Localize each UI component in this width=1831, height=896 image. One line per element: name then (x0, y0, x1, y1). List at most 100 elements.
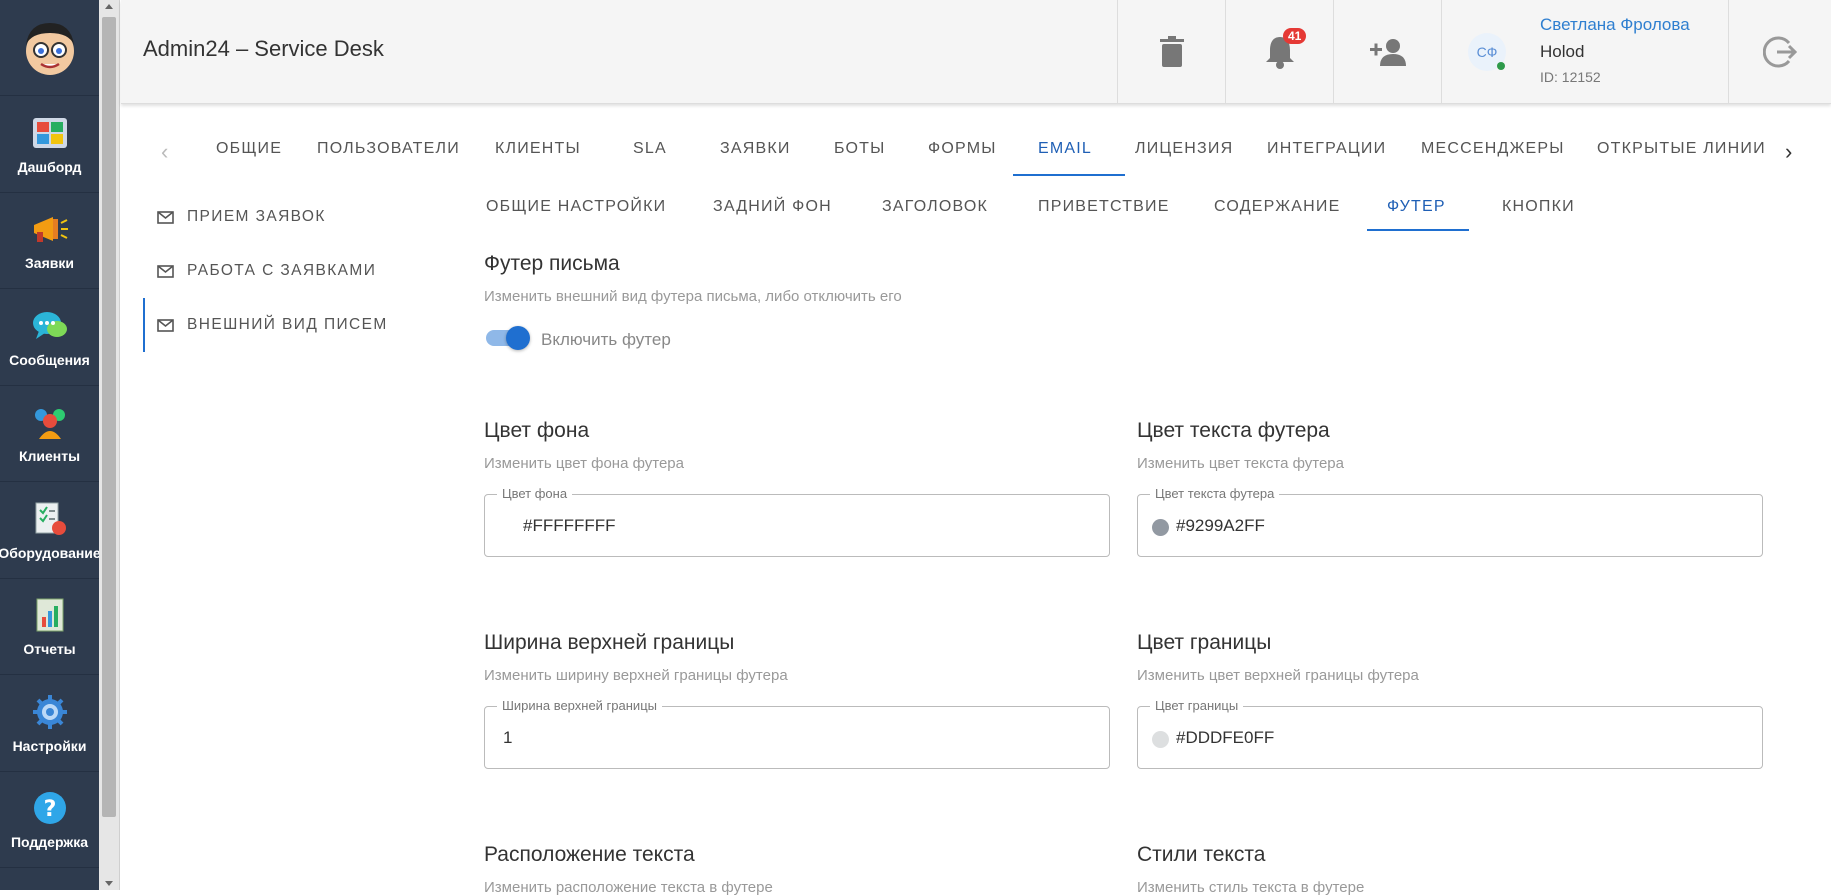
text-styles-subtitle: Изменить стиль текста в футере (1137, 879, 1365, 896)
nav-item-label: Клиенты (18, 448, 81, 465)
text-color-subtitle: Изменить цвет текста футера (1137, 455, 1344, 472)
tab-messengers[interactable]: Мессенджеры (1421, 140, 1565, 158)
nav-item-messages[interactable]: Сообщения (0, 289, 99, 386)
tab-greeting[interactable]: Приветствие (1038, 198, 1170, 216)
tab-footer[interactable]: Футер (1387, 198, 1446, 216)
svg-text:?: ? (43, 797, 56, 822)
footer-enable-toggle[interactable] (486, 326, 530, 350)
user-name[interactable]: Светлана Фролова (1540, 15, 1690, 35)
gear-icon (30, 692, 70, 732)
submenu-item-appearance[interactable]: Внешний вид писем (143, 298, 443, 352)
nav-item-settings[interactable]: Настройки (0, 675, 99, 772)
submenu-item-work[interactable]: Работа с заявками (143, 244, 443, 298)
footer-enable-label: Включить футер (541, 330, 671, 349)
field-value: #FFFFFFFF (523, 516, 616, 535)
scroll-thumb[interactable] (102, 17, 116, 817)
tab-users[interactable]: Пользователи (317, 140, 460, 158)
nav-item-label: Отчеты (23, 641, 76, 658)
logout-icon (1763, 36, 1797, 68)
text-color-field[interactable]: Цвет текста футера #9299A2FF (1137, 486, 1763, 557)
tab-background[interactable]: Задний фон (713, 198, 832, 216)
tab-open-lines[interactable]: Открытые линии (1597, 140, 1831, 158)
clients-icon (30, 402, 70, 442)
tab-forms[interactable]: Формы (928, 140, 997, 158)
top-header: Admin24 – Service Desk 41 СФ Светлана Фр… (121, 0, 1831, 104)
tab-email-underline (1013, 174, 1125, 176)
submenu-item-label: Работа с заявками (187, 262, 377, 279)
tab-general-settings[interactable]: Общие настройки (486, 198, 666, 216)
tab-integrations[interactable]: Интеграции (1267, 140, 1386, 158)
tab-general[interactable]: Общие (216, 140, 282, 158)
reports-icon (30, 595, 70, 635)
border-color-field[interactable]: Цвет границы #DDDFE0FF (1137, 698, 1763, 769)
tab-bots[interactable]: Боты (834, 140, 886, 158)
tab-license[interactable]: Лицензия (1135, 140, 1233, 158)
appearance-tabs: Общие настройки Задний фон Заголовок При… (465, 184, 1825, 234)
tabs-scroll-right-icon[interactable]: › (1785, 139, 1792, 165)
field-label: Ширина верхней границы (497, 698, 662, 713)
footer-subtitle: Изменить внешний вид футера письма, либо… (484, 288, 902, 305)
tab-buttons[interactable]: Кнопки (1502, 198, 1575, 216)
color-swatch[interactable] (1152, 731, 1169, 748)
toggle-knob (506, 326, 530, 350)
color-swatch[interactable] (499, 519, 516, 536)
avatar-logo-icon (25, 22, 74, 75)
megaphone-icon (30, 209, 70, 249)
color-swatch[interactable] (1152, 519, 1169, 536)
user-profile[interactable]: СФ Светлана Фролова Holod ID: 12152 (1441, 0, 1728, 104)
text-position-subtitle: Изменить расположение текста в футере (484, 879, 773, 896)
tab-heading[interactable]: Заголовок (882, 198, 988, 216)
app-title: Admin24 – Service Desk (143, 36, 384, 61)
trash-icon (1159, 36, 1184, 67)
mail-edit-icon (157, 319, 174, 332)
tabs-scroll-left-icon[interactable]: ‹ (161, 139, 168, 165)
add-user-button[interactable] (1333, 0, 1441, 104)
nav-item-requests[interactable]: Заявки (0, 193, 99, 289)
bg-color-subtitle: Изменить цвет фона футера (484, 455, 684, 472)
settings-tabs: ‹ Общие Пользователи Клиенты SLA Заявки … (145, 126, 1825, 176)
nav-item-equipment[interactable]: Оборудование (0, 482, 101, 579)
submenu-item-receive[interactable]: Прием заявок (143, 190, 443, 244)
app-logo[interactable] (0, 0, 99, 96)
field-value: #9299A2FF (1176, 516, 1265, 535)
trash-button[interactable] (1117, 0, 1225, 104)
vertical-scrollbar[interactable] (99, 0, 120, 890)
help-icon: ? (30, 788, 70, 828)
field-label: Цвет текста футера (1150, 486, 1280, 501)
nav-item-clients[interactable]: Клиенты (0, 386, 99, 482)
text-styles-title: Стили текста (1137, 843, 1266, 866)
dashboard-icon (30, 113, 70, 153)
notifications-button[interactable]: 41 (1225, 0, 1333, 104)
email-submenu: Прием заявок Работа с заявками Внешний в… (143, 190, 443, 352)
border-color-subtitle: Изменить цвет верхней границы футера (1137, 667, 1419, 684)
text-color-title: Цвет текста футера (1137, 419, 1330, 442)
tab-content[interactable]: Содержание (1214, 198, 1340, 216)
tab-clients[interactable]: Клиенты (495, 140, 581, 158)
add-user-icon (1369, 39, 1406, 66)
tab-footer-underline (1367, 229, 1469, 231)
equipment-icon (30, 499, 70, 539)
notifications-badge: 41 (1283, 28, 1307, 44)
tab-requests[interactable]: Заявки (720, 140, 791, 158)
nav-item-label: Дашборд (17, 158, 82, 175)
field-value: 1 (503, 728, 513, 747)
scroll-up-icon[interactable] (105, 4, 113, 9)
nav-item-dashboard[interactable]: Дашборд (0, 96, 99, 193)
scroll-down-icon[interactable] (105, 881, 113, 886)
tab-sla[interactable]: SLA (633, 140, 667, 158)
user-id: ID: 12152 (1540, 69, 1601, 85)
logout-button[interactable] (1728, 0, 1831, 104)
submenu-item-label: Внешний вид писем (187, 316, 388, 333)
app-sidebar: Дашборд Заявки Сообщения Клиенты Оборудо… (0, 0, 101, 890)
border-color-title: Цвет границы (1137, 631, 1272, 654)
nav-item-reports[interactable]: Отчеты (0, 579, 99, 675)
tab-email[interactable]: Email (1038, 140, 1092, 158)
nav-item-label: Сообщения (9, 351, 90, 368)
chat-icon (30, 306, 70, 346)
nav-item-support[interactable]: ? Поддержка (0, 772, 99, 868)
user-company: Holod (1540, 42, 1585, 61)
border-width-field[interactable]: Ширина верхней границы 1 (484, 698, 1110, 769)
bg-color-field[interactable]: Цвет фона #FFFFFFFF (484, 486, 1110, 557)
border-width-subtitle: Изменить ширину верхней границы футера (484, 667, 788, 684)
field-value: #DDDFE0FF (1176, 728, 1275, 747)
